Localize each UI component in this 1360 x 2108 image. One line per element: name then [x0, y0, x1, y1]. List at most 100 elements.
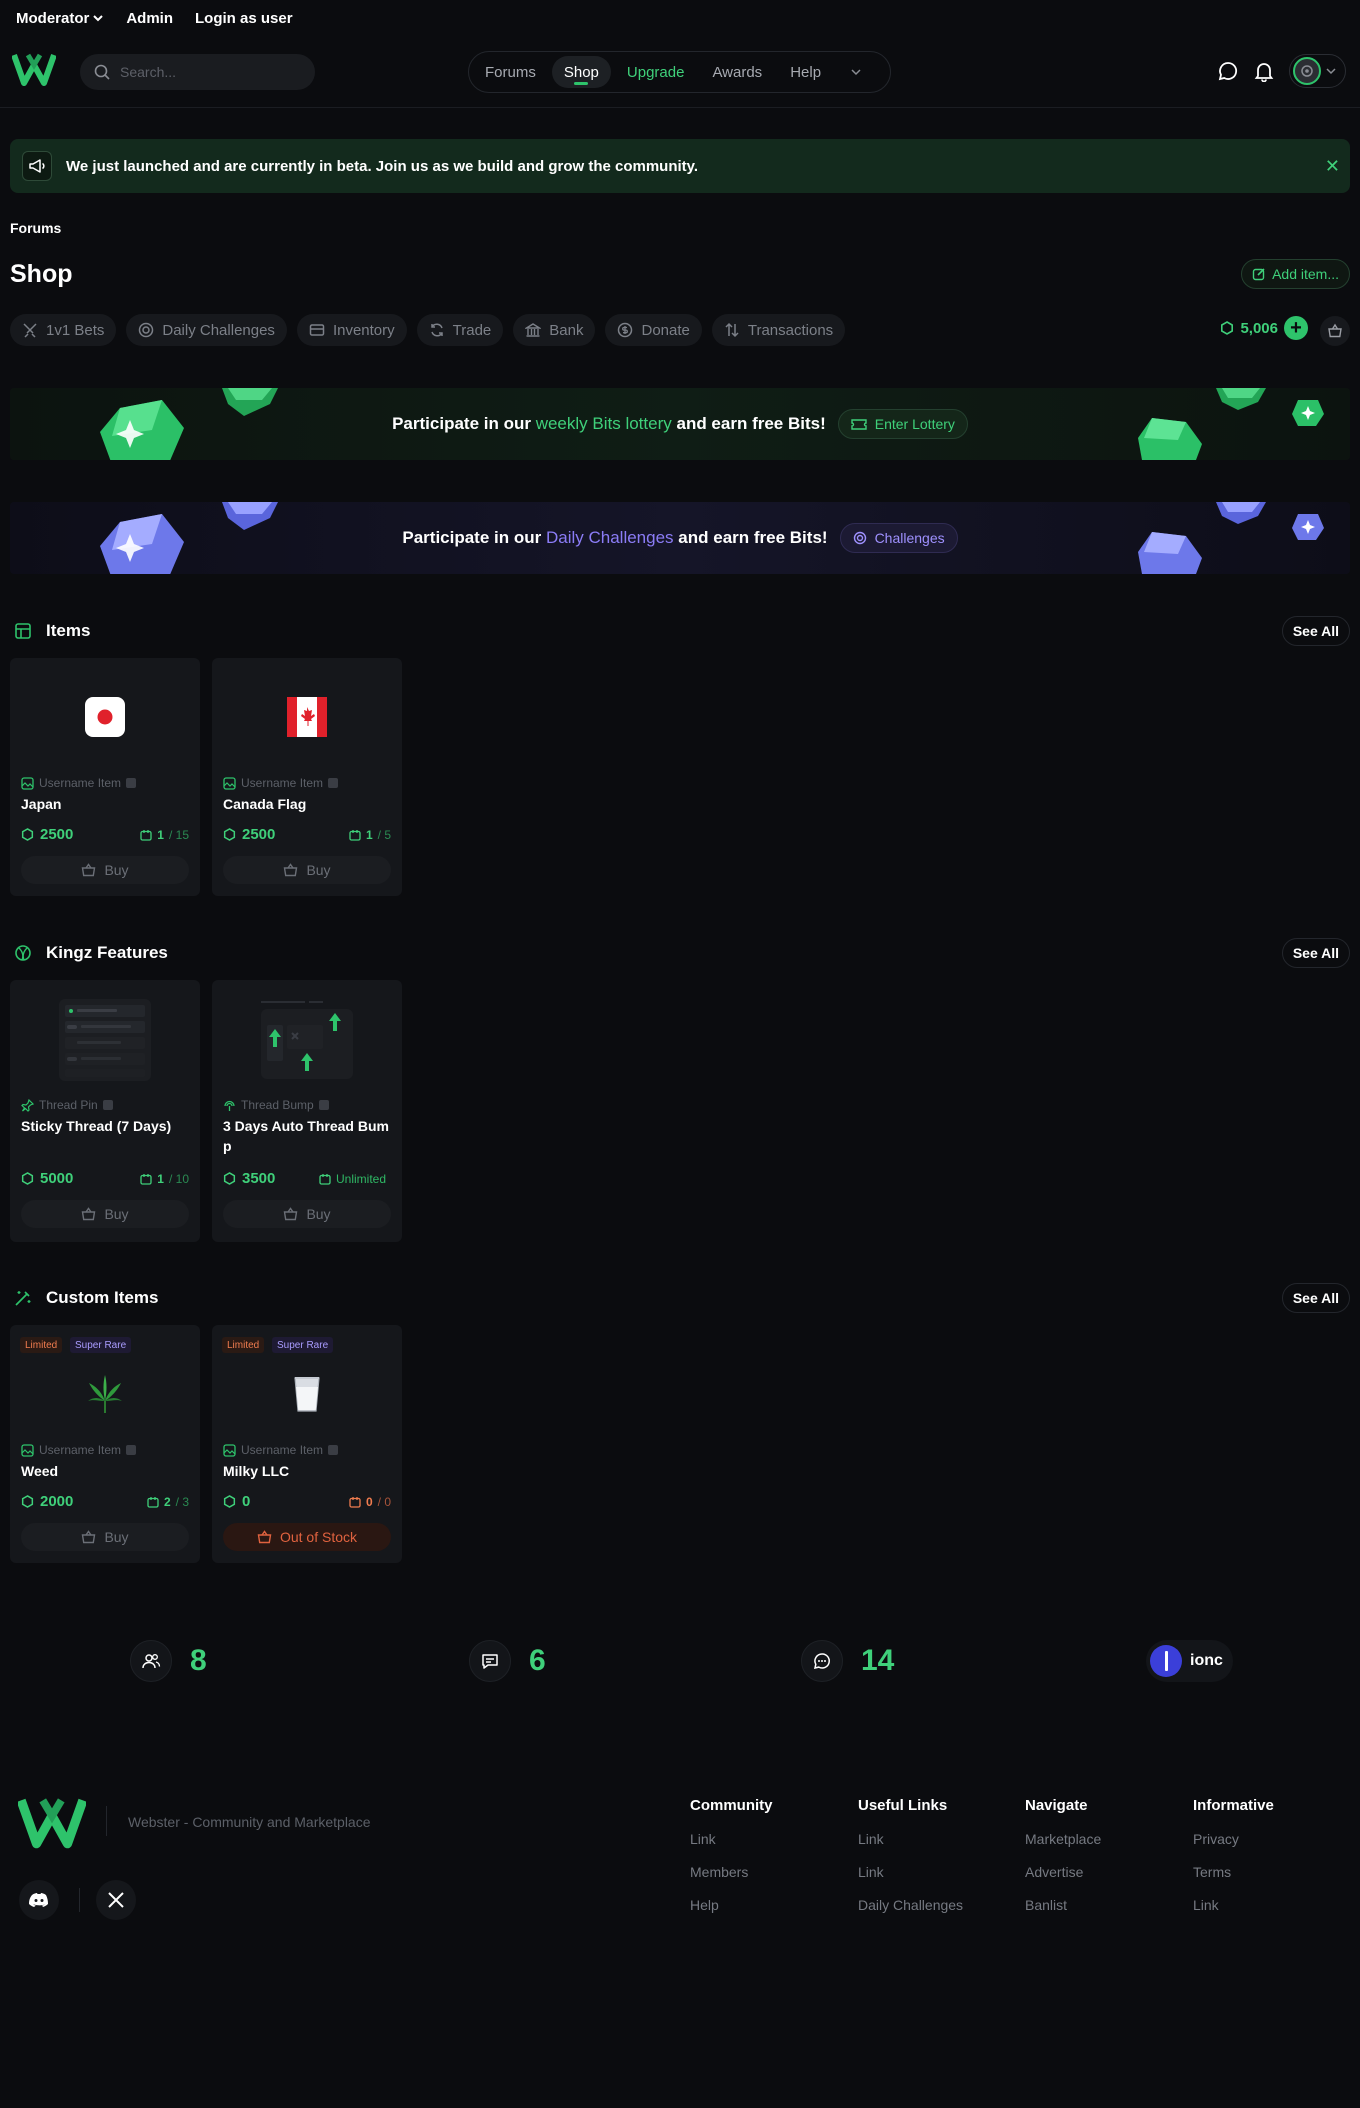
- footer-heading: Informative: [1193, 1797, 1274, 1814]
- tab-inventory[interactable]: Inventory: [296, 314, 407, 346]
- footer-link[interactable]: Help: [690, 1897, 773, 1913]
- shop-card[interactable]: Username Item Japan 2500 1/ 15 Buy: [10, 658, 200, 896]
- stock-icon: [319, 1174, 331, 1185]
- main-nav: Forums Shop Upgrade Awards Help: [468, 51, 891, 93]
- enter-lottery-button[interactable]: Enter Lottery: [837, 409, 968, 439]
- discord-icon: [29, 1893, 48, 1907]
- pin-icon: [21, 1098, 34, 1112]
- add-bits-button[interactable]: +: [1284, 316, 1308, 340]
- tab-trade[interactable]: Trade: [416, 314, 504, 346]
- tab-donate[interactable]: Donate: [605, 314, 702, 346]
- footer-link[interactable]: Advertise: [1025, 1864, 1101, 1880]
- tab-1v1-bets[interactable]: 1v1 Bets: [10, 314, 117, 346]
- footer-link[interactable]: Link: [1193, 1897, 1274, 1913]
- buy-button[interactable]: Buy: [21, 1523, 189, 1551]
- divider: [79, 1888, 80, 1912]
- footer-link[interactable]: Link: [858, 1831, 963, 1847]
- beta-banner-text: We just launched and are currently in be…: [66, 157, 699, 175]
- footer-link[interactable]: Link: [690, 1831, 773, 1847]
- chevron-down-icon: [851, 69, 861, 76]
- nav-awards[interactable]: Awards: [700, 56, 774, 88]
- info-icon[interactable]: [126, 1445, 137, 1455]
- stock-icon: [147, 1497, 159, 1508]
- shop-card[interactable]: Limited Super Rare Username Item Weed 20…: [10, 1325, 200, 1563]
- challenges-button[interactable]: Challenges: [839, 523, 958, 553]
- breadcrumb[interactable]: Forums: [10, 220, 61, 236]
- user-menu[interactable]: [1289, 54, 1346, 88]
- stat-threads: 6: [469, 1640, 546, 1682]
- footer-link[interactable]: Marketplace: [1025, 1831, 1101, 1847]
- shop-card[interactable]: Limited Super Rare Username Item Milky L…: [212, 1325, 402, 1563]
- discord-button[interactable]: [19, 1880, 59, 1920]
- footer-heading: Useful Links: [858, 1797, 948, 1814]
- footer-link[interactable]: Privacy: [1193, 1831, 1274, 1847]
- search-input[interactable]: [120, 64, 290, 80]
- admin-link[interactable]: Admin: [126, 10, 173, 27]
- chat-icon[interactable]: [1217, 60, 1239, 82]
- footer-column-community: Community Link Members Help: [690, 1797, 773, 1930]
- see-all-button[interactable]: See All: [1281, 938, 1350, 968]
- footer-link[interactable]: Daily Challenges: [858, 1897, 963, 1913]
- item-stock: Unlimited: [319, 1172, 391, 1186]
- nav-help[interactable]: Help: [778, 56, 833, 88]
- section-title: Kingz Features: [46, 943, 168, 962]
- nav-upgrade[interactable]: Upgrade: [615, 56, 697, 88]
- tab-bank[interactable]: Bank: [513, 314, 596, 346]
- item-stock: 2/ 3: [147, 1495, 189, 1509]
- cart-button[interactable]: [1320, 316, 1350, 346]
- avatar: [1293, 57, 1321, 85]
- newest-member[interactable]: ionc: [1146, 1640, 1233, 1682]
- shop-card[interactable]: Thread Bump 3 Days Auto Thread Bum p 350…: [212, 980, 402, 1242]
- tab-daily-challenges[interactable]: Daily Challenges: [126, 314, 287, 346]
- site-logo[interactable]: [12, 51, 56, 87]
- footer-logo[interactable]: [18, 1794, 86, 1850]
- chevron-down-icon: [93, 15, 104, 22]
- avatar: [1150, 1645, 1182, 1677]
- see-all-button[interactable]: See All: [1281, 616, 1350, 646]
- thread-bump-image: [212, 980, 402, 1098]
- footer-link[interactable]: Banlist: [1025, 1897, 1101, 1913]
- cart-icon: [82, 1530, 96, 1544]
- info-icon[interactable]: [328, 778, 339, 788]
- shop-card[interactable]: Thread Pin Sticky Thread (7 Days) 5000 1…: [10, 980, 200, 1242]
- buy-button[interactable]: Buy: [21, 856, 189, 884]
- cart-icon: [82, 1207, 96, 1221]
- info-icon[interactable]: [318, 1100, 329, 1110]
- nav-shop[interactable]: Shop: [551, 56, 611, 88]
- newest-member-name: ionc: [1190, 1652, 1223, 1669]
- shop-card[interactable]: Username Item Canada Flag 2500 1/ 5 Buy: [212, 658, 402, 896]
- info-icon[interactable]: [126, 778, 137, 788]
- see-all-button[interactable]: See All: [1281, 1283, 1350, 1313]
- buy-button[interactable]: Buy: [21, 1200, 189, 1228]
- info-icon[interactable]: [328, 1445, 339, 1455]
- search-box[interactable]: [80, 54, 315, 90]
- footer-link[interactable]: Members: [690, 1864, 773, 1880]
- close-icon[interactable]: ✕: [1325, 156, 1340, 177]
- moderator-dropdown[interactable]: Moderator: [16, 10, 104, 27]
- posts-count: 14: [861, 1644, 895, 1677]
- info-icon[interactable]: [102, 1100, 113, 1110]
- coin-icon: [223, 1495, 236, 1508]
- nav-forums[interactable]: Forums: [473, 56, 548, 88]
- coin-icon: [223, 1172, 236, 1185]
- buy-button[interactable]: Buy: [223, 1200, 391, 1228]
- globe-icon: [15, 945, 31, 961]
- buy-button[interactable]: Buy: [223, 856, 391, 884]
- nav-more[interactable]: [837, 56, 875, 88]
- footer-link[interactable]: Terms: [1193, 1864, 1274, 1880]
- x-button[interactable]: [96, 1880, 136, 1920]
- footer-link[interactable]: Link: [858, 1864, 963, 1880]
- cart-icon: [82, 863, 96, 877]
- login-as-user-link[interactable]: Login as user: [195, 10, 293, 27]
- tab-transactions[interactable]: Transactions: [711, 314, 846, 346]
- bell-icon[interactable]: [1253, 60, 1275, 82]
- section-title: Items: [46, 621, 91, 640]
- shop-tabs: 1v1 Bets Daily Challenges Inventory Trad…: [10, 314, 846, 346]
- canada-flag-image: [212, 658, 402, 776]
- swords-icon: [23, 323, 37, 338]
- add-item-label: Add item...: [1272, 266, 1339, 282]
- item-name: 3 Days Auto Thread Bum p: [223, 1118, 389, 1154]
- chat-dots-icon: [801, 1640, 843, 1682]
- members-count: 8: [190, 1644, 207, 1677]
- add-item-button[interactable]: Add item...: [1241, 259, 1350, 289]
